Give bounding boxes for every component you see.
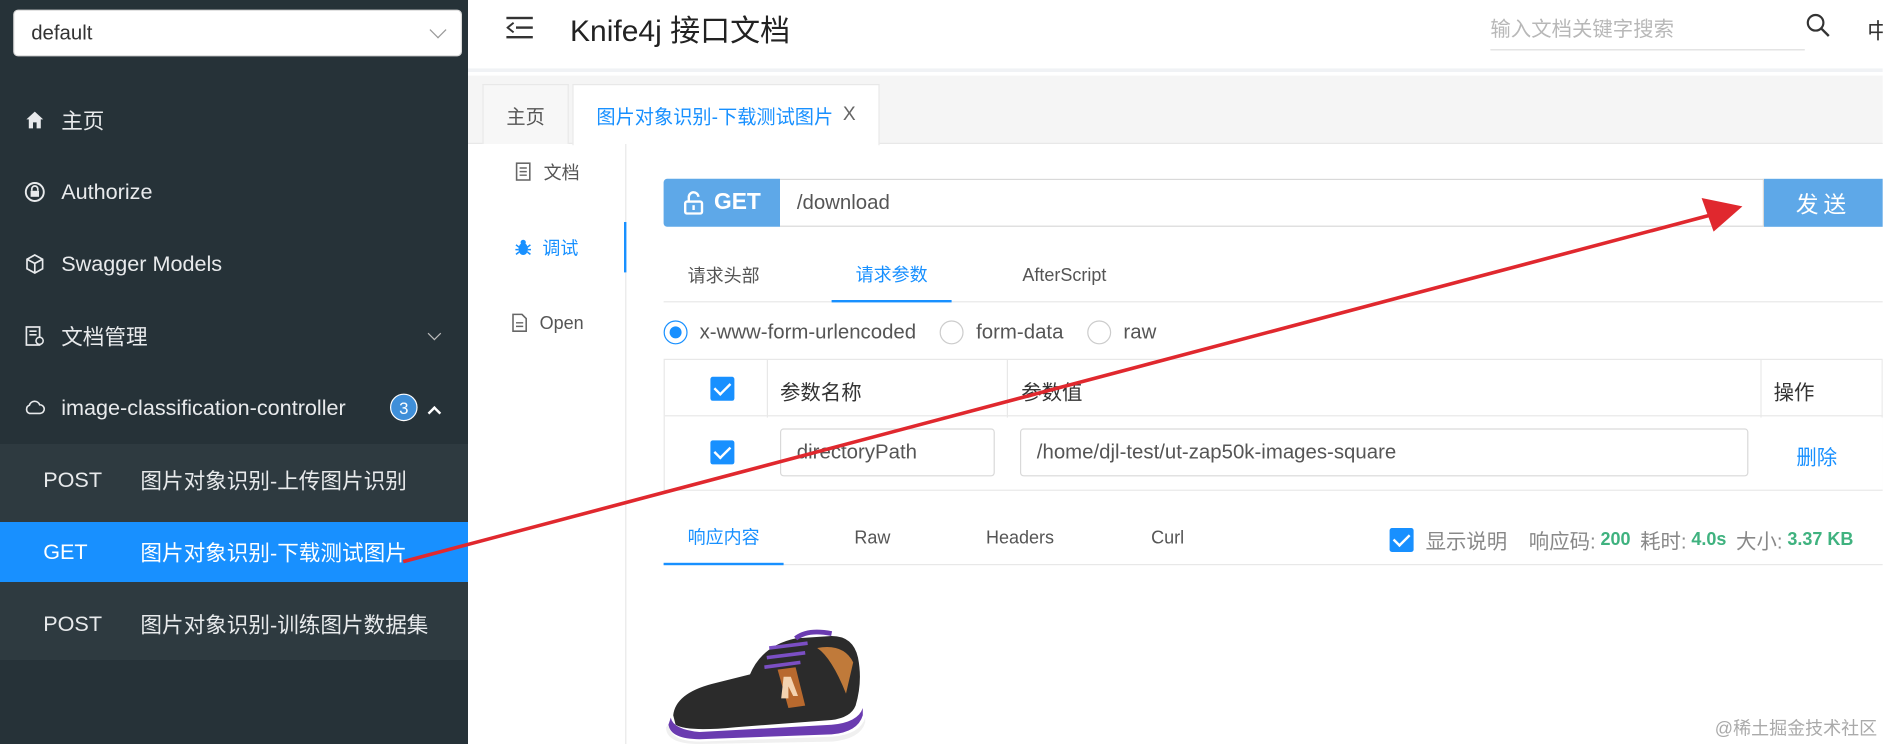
tab-open[interactable]: Open — [468, 298, 626, 348]
params-table-header: 参数名称 参数值 操作 — [664, 360, 1883, 417]
side-tabs: 文档 调试 Open — [468, 144, 627, 744]
watermark: @稀土掘金技术社区 — [1714, 718, 1878, 740]
sidebar-item-authorize[interactable]: Authorize — [0, 156, 468, 228]
endpoint-item-active[interactable]: GET 图片对象识别-下载测试图片 — [0, 522, 469, 582]
param-name-input[interactable] — [780, 428, 995, 477]
tab-request-headers[interactable]: 请求头部 — [664, 247, 784, 302]
tab-label: 调试 — [542, 238, 579, 259]
document-icon — [515, 162, 532, 181]
sidebar-item-label: 文档管理 — [61, 325, 148, 350]
endpoint-summary: 图片对象识别-上传图片识别 — [140, 469, 407, 494]
params-table: 参数名称 参数值 操作 删除 — [663, 358, 1883, 491]
cube-icon — [24, 253, 46, 275]
sidebar: default 主页 Authorize Swagger Models 文档管理… — [0, 0, 469, 744]
tab-response-headers[interactable]: Headers — [960, 510, 1080, 565]
search-input[interactable] — [1490, 9, 1805, 51]
app-title: Knife4j 接口文档 — [570, 14, 791, 48]
tab-home[interactable]: 主页 — [482, 84, 569, 144]
request-tabs: 请求头部 请求参数 AfterScript — [663, 247, 1883, 303]
unlock-icon — [683, 191, 705, 215]
endpoint-summary: 图片对象识别-训练图片数据集 — [140, 613, 429, 638]
radio-label: raw — [1123, 320, 1157, 344]
endpoint-method: GET — [43, 539, 88, 564]
endpoint-item[interactable]: POST 图片对象识别-训练图片数据集 — [0, 594, 468, 654]
response-tabs: 响应内容 Raw Headers Curl 显示说明 响应码: 200 耗时: … — [663, 510, 1883, 566]
endpoint-method: POST — [43, 467, 103, 492]
delete-link[interactable]: 删除 — [1796, 440, 1837, 470]
cloud-icon — [24, 397, 46, 419]
response-time-label: 耗时: — [1640, 530, 1687, 554]
row-checkbox[interactable] — [710, 440, 735, 465]
column-header-action: 操作 — [1773, 381, 1815, 405]
radio-label: x-www-form-urlencoded — [699, 320, 917, 344]
document-manage-icon — [24, 325, 46, 347]
tab-label: 主页 — [506, 107, 545, 128]
table-row: 删除 — [676, 417, 1883, 490]
tab-response-raw[interactable]: Raw — [812, 510, 932, 565]
sidebar-item-label: Swagger Models — [61, 251, 223, 276]
response-size-label: 大小: — [1736, 530, 1783, 554]
endpoint-method: POST — [43, 611, 103, 636]
close-icon[interactable]: X — [843, 104, 856, 126]
tab-label: Open — [539, 312, 584, 333]
count-badge: 3 — [390, 393, 418, 422]
page-tabs: 主页 图片对象识别-下载测试图片 X — [468, 75, 1883, 146]
sidebar-item-label: Authorize — [61, 179, 153, 204]
tab-label: 图片对象识别-下载测试图片 — [596, 108, 834, 129]
file-icon — [511, 313, 528, 332]
endpoint-item[interactable]: POST 图片对象识别-上传图片识别 — [0, 450, 468, 510]
tab-response-content[interactable]: 响应内容 — [663, 510, 784, 566]
show-desc-checkbox[interactable] — [1389, 527, 1414, 552]
menu-toggle-icon[interactable] — [506, 16, 533, 39]
lock-icon — [24, 181, 46, 203]
radio-raw[interactable]: raw — [1087, 320, 1157, 345]
language-switch[interactable]: 中 — [1867, 14, 1883, 45]
request-url-bar: GET 发送 — [663, 178, 1883, 227]
request-path-input[interactable] — [780, 178, 1765, 227]
http-method: GET — [663, 178, 781, 227]
param-value-input[interactable] — [1020, 428, 1749, 477]
sidebar-item-swagger-models[interactable]: Swagger Models — [0, 228, 468, 300]
column-header-name: 参数名称 — [780, 381, 862, 405]
chevron-down-icon — [429, 20, 447, 38]
tab-doc[interactable]: 文档 — [468, 146, 626, 196]
endpoint-list: POST 图片对象识别-上传图片识别 GET 图片对象识别-下载测试图片 POS… — [0, 444, 469, 660]
tab-debug[interactable]: 调试 — [468, 222, 627, 273]
http-method-label: GET — [713, 189, 761, 215]
response-meta: 显示说明 响应码: 200 耗时: 4.0s 大小: 3.37 KB — [1389, 524, 1863, 554]
endpoint-summary: 图片对象识别-下载测试图片 — [140, 541, 407, 566]
select-all-checkbox[interactable] — [710, 376, 735, 401]
top-header: Knife4j 接口文档 中 — [468, 0, 1883, 72]
radio-urlencoded[interactable]: x-www-form-urlencoded — [663, 320, 917, 345]
tab-label: 文档 — [543, 162, 580, 183]
chevron-down-icon — [427, 326, 442, 341]
chevron-up-icon — [427, 406, 442, 420]
response-code-label: 响应码: — [1528, 530, 1596, 554]
tab-response-curl[interactable]: Curl — [1108, 510, 1228, 565]
group-select-value: default — [31, 21, 93, 44]
sidebar-item-label: 主页 — [61, 109, 105, 134]
tab-request-params[interactable]: 请求参数 — [831, 247, 952, 303]
sidebar-item-home[interactable]: 主页 — [0, 84, 468, 156]
send-button[interactable]: 发送 — [1764, 178, 1883, 227]
response-size: 3.37 KB — [1787, 529, 1854, 550]
response-time: 4.0s — [1691, 529, 1727, 550]
sidebar-item-controller[interactable]: image-classification-controller 3 — [0, 372, 468, 444]
sidebar-item-label: image-classification-controller — [61, 395, 346, 420]
content-type-radios: x-www-form-urlencoded form-data raw — [663, 318, 1181, 347]
response-code: 200 — [1600, 529, 1631, 550]
group-select[interactable]: default — [13, 9, 463, 57]
tab-afterscript[interactable]: AfterScript — [1004, 247, 1124, 302]
tab-download-test-image[interactable]: 图片对象识别-下载测试图片 X — [572, 84, 880, 146]
bug-icon — [514, 238, 531, 257]
radio-form-data[interactable]: form-data — [940, 320, 1064, 345]
content-area: 主页 图片对象识别-下载测试图片 X 文档 调试 Open GET /downl… — [468, 75, 1883, 744]
home-icon — [24, 109, 46, 131]
search-icon[interactable] — [1805, 12, 1831, 38]
show-desc-label: 显示说明 — [1425, 530, 1508, 554]
sidebar-item-doc-manage[interactable]: 文档管理 — [0, 300, 468, 372]
radio-label: form-data — [976, 320, 1064, 344]
response-image-preview — [664, 622, 868, 744]
column-header-value: 参数值 — [1021, 381, 1083, 405]
